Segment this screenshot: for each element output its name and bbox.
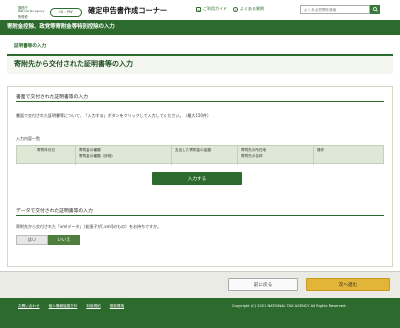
- no-option[interactable]: いいえ: [48, 235, 80, 245]
- data-section-title: データで交付された証明書等の入力: [16, 209, 93, 214]
- paper-section-description: 書面で交付された証明書等について、「入力する」ボタンをクリックして入力してくださ…: [16, 113, 211, 118]
- column-header-amount: 支出した寄附金の金額: [171, 146, 237, 165]
- column-header-date: 寄附年月日: [17, 146, 75, 165]
- column-header-recipient-line2: 寄附先の名称: [241, 153, 263, 158]
- input-list-label: 入力内容一覧: [16, 136, 40, 141]
- copyright: Copyright (C) 2021 NATIONAL TAX AGENCY A…: [232, 304, 347, 308]
- footer-link-contact[interactable]: お問い合わせ: [18, 304, 40, 309]
- divider: [16, 215, 384, 216]
- id-pw-badge: ID・PW: [50, 8, 82, 17]
- yes-option[interactable]: はい: [16, 235, 48, 245]
- page-footer: [0, 298, 400, 328]
- column-header-type-line2: 寄附金の種類（詳細）: [79, 153, 115, 158]
- back-button[interactable]: 前に戻る: [228, 278, 298, 291]
- input-list-table-header: 寄附年月日 寄附金の種類 寄附金の種類（詳細） 支出した寄附金の金額 寄附先の所…: [16, 145, 385, 165]
- divider: [16, 101, 384, 102]
- faq-link-label: よくある質問: [240, 6, 264, 11]
- logo-line-3: 所得税: [18, 14, 28, 19]
- header-links: ≡ ご利用ガイド ? よくある質問: [196, 6, 270, 12]
- input-button[interactable]: 入力する: [152, 172, 242, 185]
- data-section-question: 寄附先から交付された「xmlデータ」（拡張子が[.xml]のもの）をお持ちですか…: [16, 224, 162, 229]
- xml-data-toggle: はい いいえ: [16, 235, 80, 245]
- column-header-type: 寄附金の種類 寄附金の種類（詳細）: [75, 146, 171, 165]
- column-header-operation-line1: 操作: [317, 148, 325, 152]
- nta-logo[interactable]: 国税庁 National Tax Agency 所得税: [18, 6, 44, 19]
- app-title: 確定申告書作成コーナー: [88, 6, 168, 15]
- faq-link[interactable]: ? よくある質問: [233, 6, 264, 12]
- next-button[interactable]: 次へ進む: [306, 278, 390, 291]
- footer-link-terms[interactable]: 利用規約: [86, 304, 100, 309]
- guide-link-label: ご利用ガイド: [203, 6, 227, 11]
- footer-link-environment[interactable]: 推奨環境: [110, 304, 124, 309]
- footer-links: お問い合わせ 個人情報保護方針 利用規約 推奨環境: [18, 304, 133, 309]
- guide-icon: ≡: [196, 6, 201, 12]
- breadcrumb: 証明書等の入力: [14, 44, 47, 49]
- search-button[interactable]: [370, 5, 380, 14]
- faq-search-input[interactable]: [300, 5, 370, 14]
- column-header-recipient: 寄附先の所在地 寄附先の名称: [237, 146, 313, 165]
- column-header-date-line1: 寄附年月日: [37, 148, 55, 152]
- guide-link[interactable]: ≡ ご利用ガイド: [196, 6, 227, 12]
- column-header-operation: 操作: [313, 146, 385, 165]
- paper-section-title: 書面で交付された証明書等の入力: [16, 95, 88, 100]
- procedure-title-bar: 寄附金控除、政党等寄附金等特別控除の入力: [0, 20, 400, 35]
- column-header-amount-line1: 支出した寄附金の金額: [175, 148, 211, 152]
- page-title: 寄附先から交付された証明書等の入力: [7, 54, 393, 74]
- search-icon: [372, 7, 378, 12]
- faq-icon: ?: [233, 6, 238, 12]
- footer-link-privacy[interactable]: 個人情報保護方針: [49, 304, 78, 309]
